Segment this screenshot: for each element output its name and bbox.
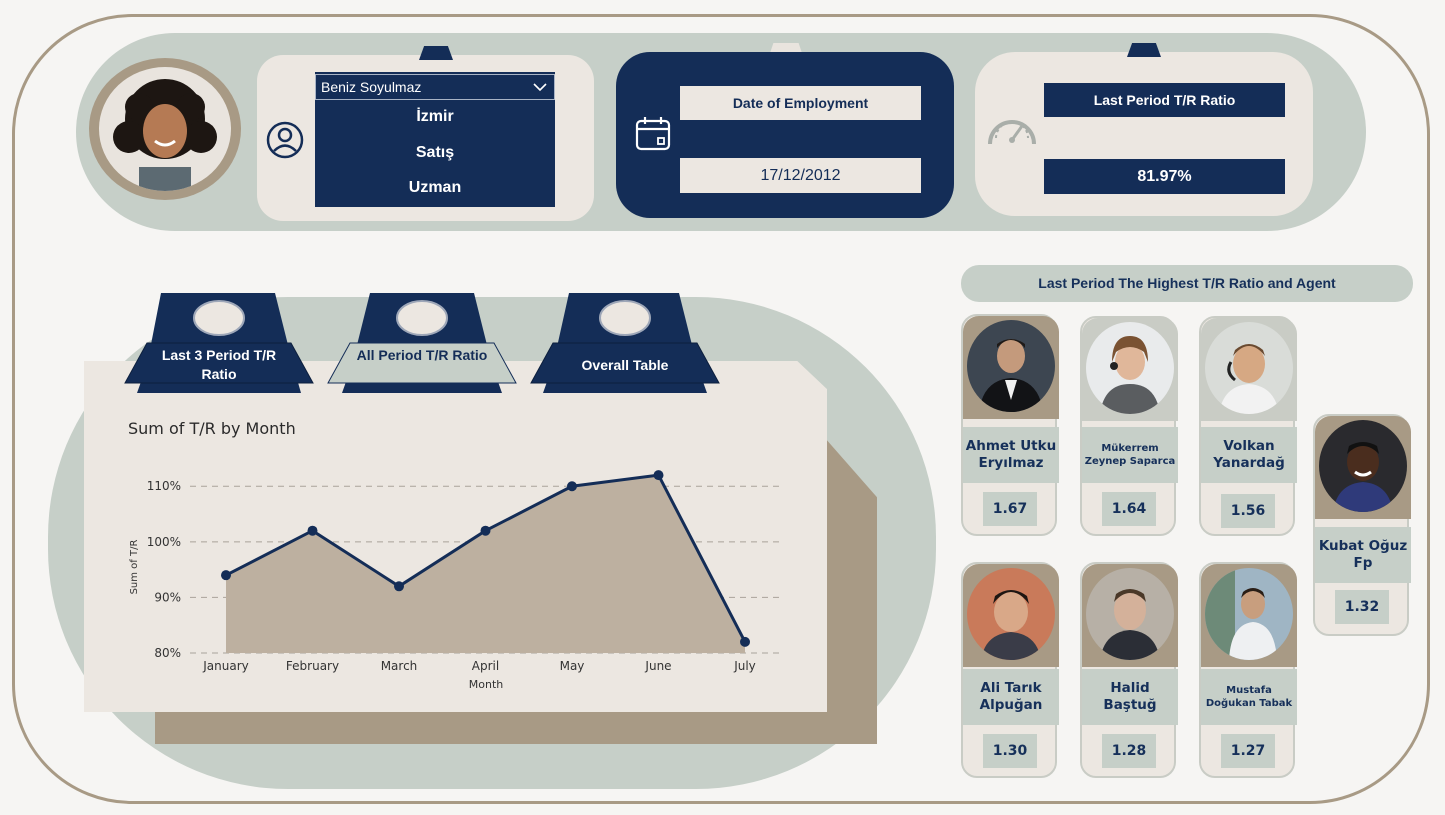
chart-x-tick-label: July <box>733 659 756 673</box>
chart-area-fill <box>226 475 745 653</box>
chart-y-tick-label: 80% <box>154 646 181 660</box>
tr-area-chart: January February March April May June July 80%… <box>129 470 780 691</box>
employment-label: Date of Employment <box>680 86 921 120</box>
chart-x-tick-label: May <box>560 659 585 673</box>
header-tab-notch <box>1127 43 1161 57</box>
agent-score: 1.30 <box>983 734 1037 768</box>
agent-avatar <box>1082 564 1178 667</box>
chart-data-point[interactable] <box>653 470 664 481</box>
agent-score: 1.27 <box>1221 734 1275 768</box>
chart-data-point[interactable] <box>307 525 318 536</box>
chart-data-point[interactable] <box>480 525 491 536</box>
chart-y-tick-label: 90% <box>154 590 181 604</box>
tab-overall-table[interactable]: Overall Table <box>529 293 721 393</box>
gauge-icon <box>986 108 1038 154</box>
tab-last-3-period-label: Last 3 Period T/R Ratio <box>161 347 277 382</box>
chart-y-axis-label: Sum of T/R <box>129 540 140 595</box>
chart-x-tick-label: January <box>202 659 249 673</box>
chart-y-tick-label: 100% <box>147 535 181 549</box>
chart-title: Sum of T/R by Month <box>128 419 296 438</box>
agent-name: Ali Tarık Alpuğan <box>963 669 1059 725</box>
chart-y-tick-label: 110% <box>147 479 181 493</box>
tab-overall-table-label: Overall Table <box>581 357 669 373</box>
chart-x-tick-label: March <box>381 659 418 673</box>
chevron-down-icon[interactable] <box>532 79 548 98</box>
chart-data-point[interactable] <box>740 636 750 647</box>
agent-avatar <box>1201 318 1297 421</box>
agent-card[interactable]: Ali Tarık Alpuğan 1.30 <box>961 562 1059 778</box>
agent-score: 1.32 <box>1335 590 1389 624</box>
agent-avatar <box>1201 564 1297 667</box>
tab-last-3-period[interactable]: Last 3 Period T/R Ratio <box>123 293 315 393</box>
agents-panel-header: Last Period The Highest T/R Ratio and Ag… <box>961 265 1413 302</box>
agent-score: 1.56 <box>1221 494 1275 528</box>
employment-date: 17/12/2012 <box>680 158 921 193</box>
employee-title: Uzman <box>408 179 462 196</box>
employee-city: İzmir <box>416 108 454 125</box>
header-tab-notch <box>419 46 453 60</box>
ratio-label: Last Period T/R Ratio <box>1044 83 1285 117</box>
agent-name: Kubat Oğuz Fp <box>1315 527 1411 583</box>
agent-name: Mustafa Doğukan Tabak <box>1201 669 1297 725</box>
chart-data-point[interactable] <box>567 481 577 492</box>
agent-card[interactable]: Volkan Yanardağ 1.56 <box>1199 316 1297 536</box>
agent-avatar <box>963 316 1059 419</box>
chart-data-point[interactable] <box>394 581 404 592</box>
agent-name: Halid Baştuğ <box>1082 669 1178 725</box>
agent-avatar <box>1082 318 1178 421</box>
agent-card[interactable]: Mükerrem Zeynep Saparca 1.64 <box>1080 316 1178 536</box>
chart-x-axis-label: Month <box>469 678 504 691</box>
dashboard: Beniz Soyulmaz İzmir Satış Uzman Date of… <box>0 0 1445 815</box>
agent-avatar <box>963 564 1059 667</box>
agent-card[interactable]: Kubat Oğuz Fp 1.32 <box>1313 414 1411 636</box>
agent-card[interactable]: Mustafa Doğukan Tabak 1.27 <box>1199 562 1297 778</box>
chart-x-tick-label: April <box>472 659 499 673</box>
agent-score: 1.64 <box>1102 492 1156 526</box>
employee-department: Satış <box>415 144 455 161</box>
calendar-icon <box>634 116 672 156</box>
agent-name: Ahmet Utku Eryılmaz <box>963 427 1059 483</box>
agent-card[interactable]: Ahmet Utku Eryılmaz 1.67 <box>961 314 1059 536</box>
agent-name: Mükerrem Zeynep Saparca <box>1082 427 1178 483</box>
chart-x-tick-label: February <box>286 659 339 673</box>
agent-avatar <box>1315 416 1411 519</box>
employee-select-value: Beniz Soyulmaz <box>321 79 422 95</box>
person-icon <box>265 120 305 164</box>
tab-all-period[interactable]: All Period T/R Ratio <box>326 293 518 393</box>
tab-all-period-label: All Period T/R Ratio <box>356 347 488 363</box>
employee-avatar <box>89 58 241 200</box>
ratio-value: 81.97% <box>1044 159 1285 194</box>
agent-score: 1.67 <box>983 492 1037 526</box>
agent-card[interactable]: Halid Baştuğ 1.28 <box>1080 562 1178 778</box>
agent-name: Volkan Yanardağ <box>1201 427 1297 483</box>
chart-data-point[interactable] <box>221 570 231 581</box>
agent-score: 1.28 <box>1102 734 1156 768</box>
chart-x-tick-label: June <box>644 659 671 673</box>
employee-select[interactable]: Beniz Soyulmaz <box>315 74 555 100</box>
